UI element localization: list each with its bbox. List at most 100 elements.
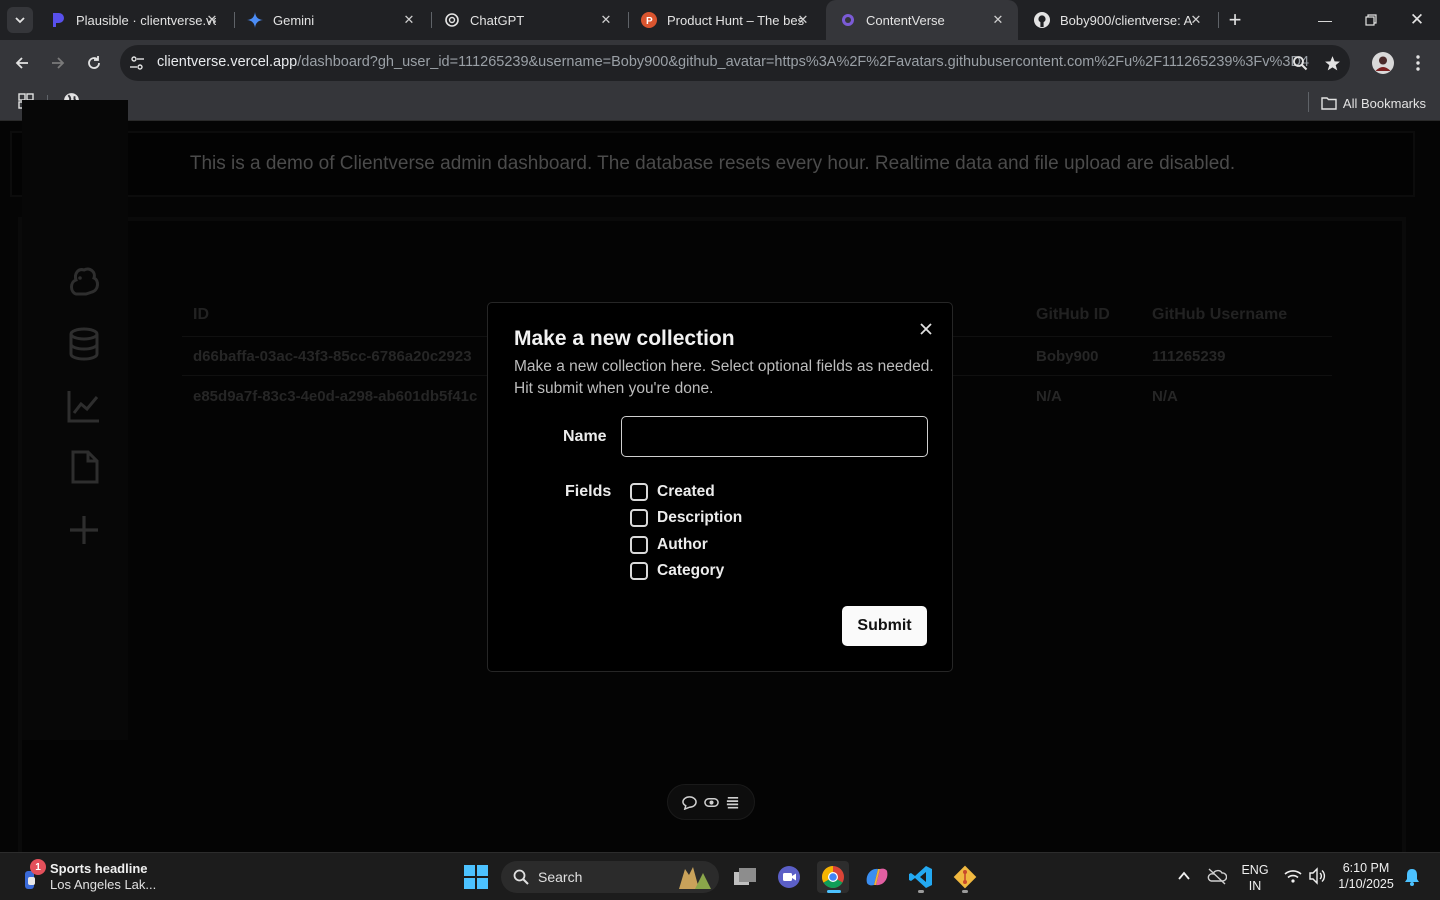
news-widget[interactable]: 1 Sports headline Los Angeles Lak... (18, 859, 158, 895)
chevron-down-icon (15, 17, 25, 24)
teams-app[interactable] (773, 861, 805, 893)
wifi-icon[interactable] (1284, 868, 1302, 884)
tab-title: Product Hunt – The bes (667, 12, 805, 28)
tab-gemini[interactable]: Gemini ✕ (233, 0, 429, 40)
bookmarks-bar: All Bookmarks (0, 86, 1440, 121)
chatgpt-icon (444, 12, 460, 28)
database-icon[interactable] (66, 326, 102, 362)
clock[interactable]: 6:10 PM 1/10/2025 (1336, 860, 1396, 892)
tab-contentverse[interactable]: ContentVerse ✕ (826, 0, 1018, 40)
tab-search-button[interactable] (7, 7, 33, 33)
git-app[interactable] (949, 861, 981, 893)
col-header-id[interactable]: ID (193, 306, 209, 324)
url-text: clientverse.vercel.app/dashboard?gh_user… (157, 54, 1309, 70)
close-icon[interactable]: ✕ (401, 12, 417, 28)
dialog-description: Make a new collection here. Select optio… (514, 358, 934, 397)
table-cell-github-id: N/A (1036, 388, 1062, 405)
tab-product-hunt[interactable]: P Product Hunt – The bes ✕ (627, 0, 823, 40)
field-option-category[interactable]: Category (630, 560, 724, 582)
git-icon (953, 865, 977, 889)
table-cell-github-username: N/A (1152, 388, 1178, 405)
checkbox[interactable] (630, 562, 648, 580)
all-bookmarks-button[interactable]: All Bookmarks (1321, 91, 1426, 115)
collection-name-input[interactable] (621, 416, 928, 457)
contentverse-icon (840, 12, 856, 28)
bell-icon[interactable] (1404, 868, 1420, 886)
col-header-github-username[interactable]: GitHub Username (1152, 306, 1287, 324)
checkbox[interactable] (630, 536, 648, 554)
close-icon[interactable]: ✕ (990, 12, 1006, 28)
tab-chatgpt[interactable]: ChatGPT ✕ (430, 0, 626, 40)
plausible-icon (50, 12, 66, 28)
toggle-icon[interactable] (703, 795, 719, 810)
tab-plausible[interactable]: Plausible · clientverse.ve ✕ (36, 0, 232, 40)
close-icon[interactable]: ✕ (795, 12, 811, 28)
tab-title: Plausible · clientverse.ve (76, 12, 216, 28)
field-option-created[interactable]: Created (630, 481, 715, 503)
sidebar (22, 100, 128, 740)
task-view-button[interactable] (729, 861, 761, 893)
zoom-button[interactable] (1286, 49, 1314, 77)
chevron-up-icon[interactable] (1177, 870, 1191, 882)
field-option-description[interactable]: Description (630, 507, 742, 529)
language-indicator[interactable]: ENG IN (1236, 862, 1274, 894)
forward-button[interactable] (44, 49, 72, 77)
floating-toolbar (667, 784, 755, 820)
file-icon[interactable] (66, 449, 102, 485)
menu-lines-icon[interactable] (725, 795, 740, 810)
url-path: /dashboard?gh_user_id=111265239&username… (297, 54, 1310, 70)
copilot-icon (866, 868, 888, 886)
volume-icon[interactable] (1308, 867, 1326, 885)
plus-icon[interactable] (66, 512, 102, 548)
close-window-button[interactable]: ✕ (1394, 0, 1440, 40)
new-tab-button[interactable]: + (1212, 0, 1258, 40)
arrow-right-icon (52, 57, 65, 69)
squirrel-icon[interactable] (66, 264, 102, 300)
col-header-github-id[interactable]: GitHub ID (1036, 306, 1110, 324)
chrome-app[interactable] (817, 861, 849, 893)
taskbar-search[interactable]: Search (501, 861, 719, 893)
bookmark-star-button[interactable] (1318, 49, 1346, 77)
tab-title: ContentVerse (866, 12, 945, 28)
github-icon (1034, 12, 1050, 28)
field-option-author[interactable]: Author (630, 534, 708, 556)
close-icon[interactable]: ✕ (1188, 12, 1204, 28)
table-cell-id[interactable]: d66baffa-03ac-43f3-85cc-6786a20c2923 (193, 348, 472, 365)
checkbox-label: Category (657, 562, 725, 579)
fields-label: Fields (565, 483, 612, 500)
table-cell-id[interactable]: e85d9a7f-83c3-4e0d-a298-ab601db5f41c (193, 388, 477, 405)
close-icon (920, 323, 932, 335)
restore-button[interactable] (1348, 0, 1394, 40)
address-bar[interactable]: clientverse.vercel.app/dashboard?gh_user… (120, 45, 1350, 81)
minimize-button[interactable]: — (1302, 0, 1348, 40)
copilot-app[interactable] (861, 861, 893, 893)
table-cell-github-id: Boby900 (1036, 348, 1099, 365)
news-subtitle: Los Angeles Lak... (50, 877, 157, 892)
restore-icon (1365, 14, 1377, 26)
tab-github[interactable]: Boby900/clientverse: A ✕ (1020, 0, 1216, 40)
checkbox[interactable] (630, 483, 648, 501)
arrow-left-icon (15, 57, 28, 69)
site-info-icon[interactable] (129, 55, 145, 71)
search-highlight-icon (679, 867, 711, 889)
vscode-app[interactable] (905, 861, 937, 893)
search-icon (513, 869, 529, 885)
vscode-icon (909, 866, 932, 888)
chart-line-icon[interactable] (66, 388, 102, 424)
close-icon[interactable]: ✕ (204, 12, 220, 28)
browser-menu-button[interactable] (1404, 49, 1432, 77)
profile-avatar[interactable] (1369, 49, 1397, 77)
task-view-icon (734, 868, 756, 885)
notification-badge: 1 (30, 859, 46, 875)
tab-title: Gemini (273, 12, 315, 28)
onedrive-offline-icon[interactable] (1207, 867, 1227, 885)
start-button[interactable] (460, 861, 492, 893)
close-icon[interactable]: ✕ (598, 12, 614, 28)
comment-icon[interactable] (682, 795, 698, 810)
checkbox[interactable] (630, 509, 648, 527)
back-button[interactable] (8, 49, 36, 77)
close-dialog-button[interactable] (916, 319, 936, 339)
reload-button[interactable] (80, 49, 108, 77)
submit-button[interactable]: Submit (842, 606, 927, 646)
language-region: IN (1248, 879, 1262, 893)
